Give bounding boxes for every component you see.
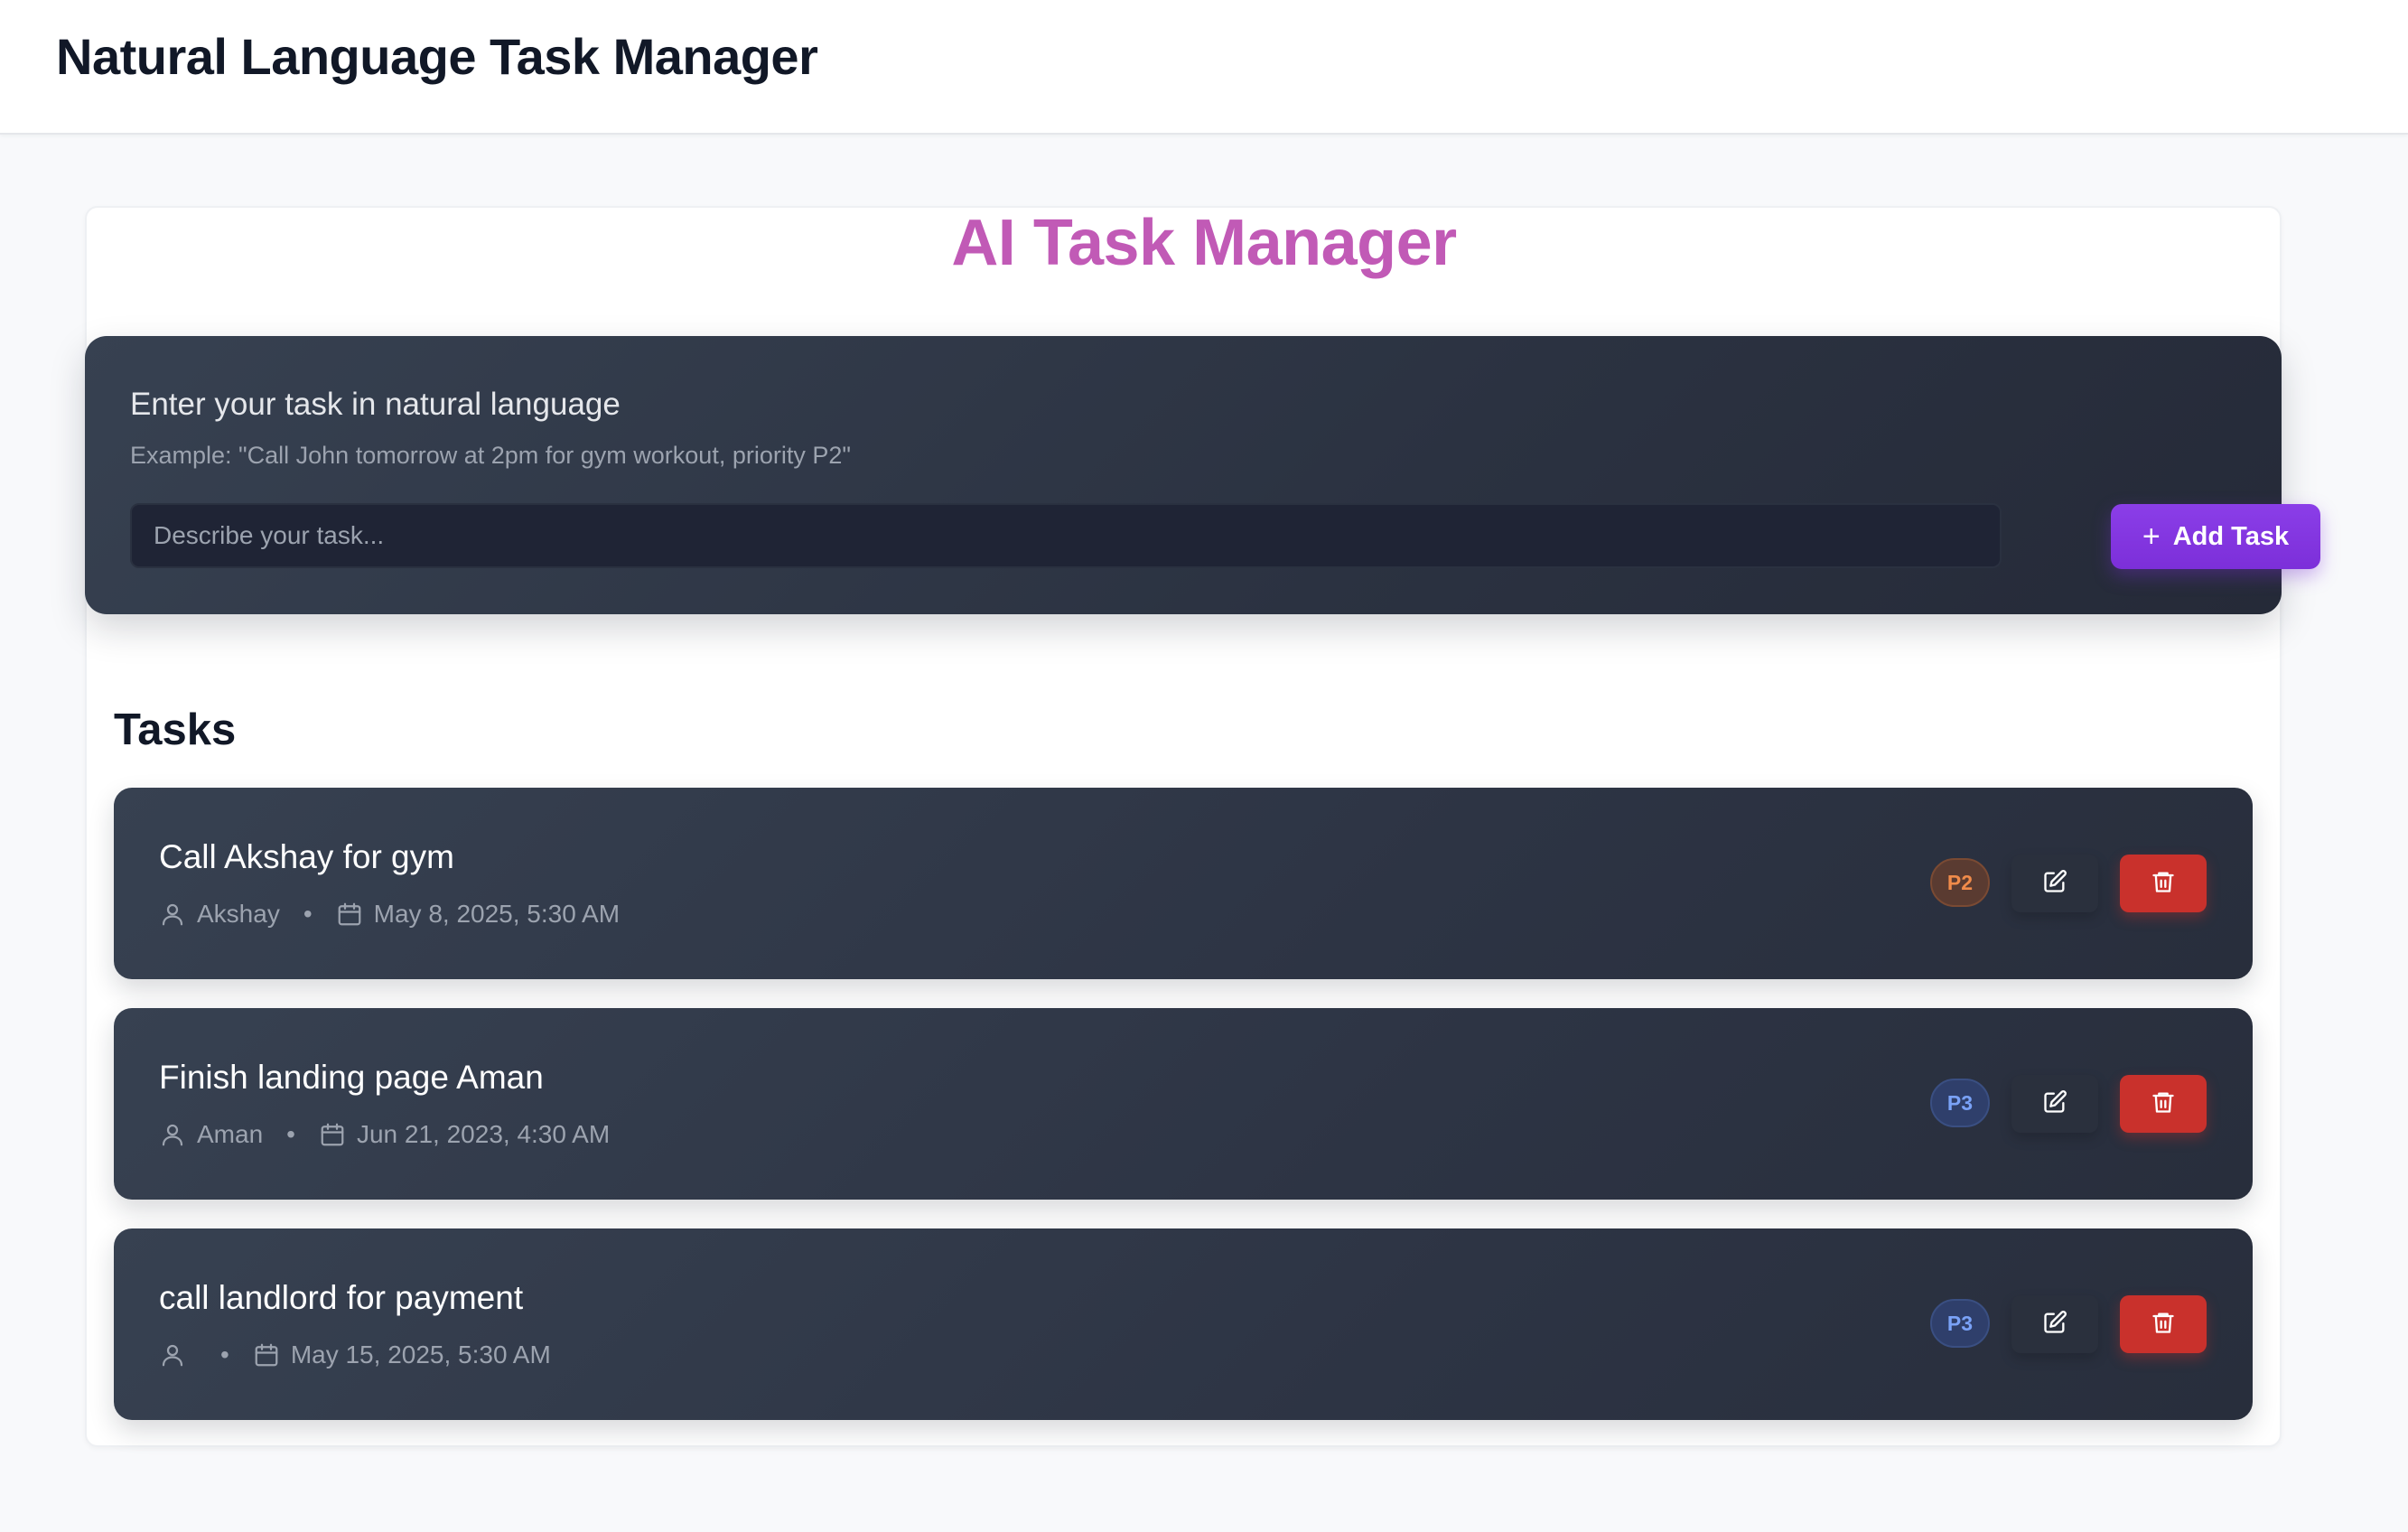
delete-task-button[interactable] <box>2120 1075 2207 1133</box>
top-bar: Natural Language Task Manager <box>0 0 2408 135</box>
task-title: Call Akshay for gym <box>159 838 454 875</box>
calendar-icon <box>336 901 363 928</box>
meta-separator: • <box>303 900 313 928</box>
trash-icon <box>2151 869 2176 899</box>
edit-icon <box>2042 1089 2067 1119</box>
delete-task-button[interactable] <box>2120 1295 2207 1353</box>
task-title: Finish landing page Aman <box>159 1059 544 1096</box>
user-icon <box>159 1121 186 1148</box>
user-icon <box>159 1341 186 1369</box>
task-due-date: May 15, 2025, 5:30 AM <box>290 1340 551 1369</box>
calendar-icon <box>319 1121 346 1148</box>
meta-separator: • <box>286 1120 295 1148</box>
tasks-heading: Tasks <box>114 705 237 754</box>
task-due-date: May 8, 2025, 5:30 AM <box>373 900 621 928</box>
edit-task-button[interactable] <box>2011 1075 2098 1133</box>
add-task-label: Add Task <box>2172 521 2290 551</box>
edit-icon <box>2042 869 2067 899</box>
edit-task-button[interactable] <box>2011 1295 2098 1353</box>
calendar-icon <box>253 1341 280 1369</box>
task-title: call landlord for payment <box>159 1279 524 1316</box>
task-meta: Aman • Jun 21, 2023, 4:30 AM <box>159 1120 610 1149</box>
user-icon <box>159 901 186 928</box>
task-card: Call Akshay for gym Akshay • May 8, 2025… <box>114 788 2253 979</box>
app-title: Natural Language Task Manager <box>56 28 818 85</box>
task-description-input[interactable] <box>130 503 2002 568</box>
hero-title: AI Task Manager <box>951 207 1457 279</box>
trash-icon <box>2151 1089 2176 1119</box>
task-card: call landlord for payment • May 15, 2025… <box>114 1228 2253 1420</box>
add-task-button[interactable]: + Add Task <box>2111 504 2320 569</box>
plus-icon: + <box>2142 519 2161 554</box>
task-assignee: Aman <box>197 1120 264 1148</box>
edit-icon <box>2042 1310 2067 1340</box>
task-assignee: Akshay <box>197 900 280 928</box>
meta-separator: • <box>220 1340 229 1369</box>
task-input-card: Enter your task in natural language Exam… <box>85 336 2320 614</box>
task-meta: • May 15, 2025, 5:30 AM <box>159 1340 551 1369</box>
task-due-date: Jun 21, 2023, 4:30 AM <box>356 1120 611 1148</box>
edit-task-button[interactable] <box>2011 855 2098 912</box>
priority-badge: P2 <box>1930 858 1990 907</box>
delete-task-button[interactable] <box>2120 855 2207 912</box>
input-label: Enter your task in natural language <box>130 387 621 422</box>
input-hint: Example: "Call John tomorrow at 2pm for … <box>130 442 851 469</box>
priority-badge: P3 <box>1930 1079 1990 1127</box>
task-card: Finish landing page Aman Aman • Jun 21, … <box>114 1008 2253 1200</box>
task-meta: Akshay • May 8, 2025, 5:30 AM <box>159 900 620 929</box>
trash-icon <box>2151 1310 2176 1340</box>
priority-badge: P3 <box>1930 1299 1990 1348</box>
